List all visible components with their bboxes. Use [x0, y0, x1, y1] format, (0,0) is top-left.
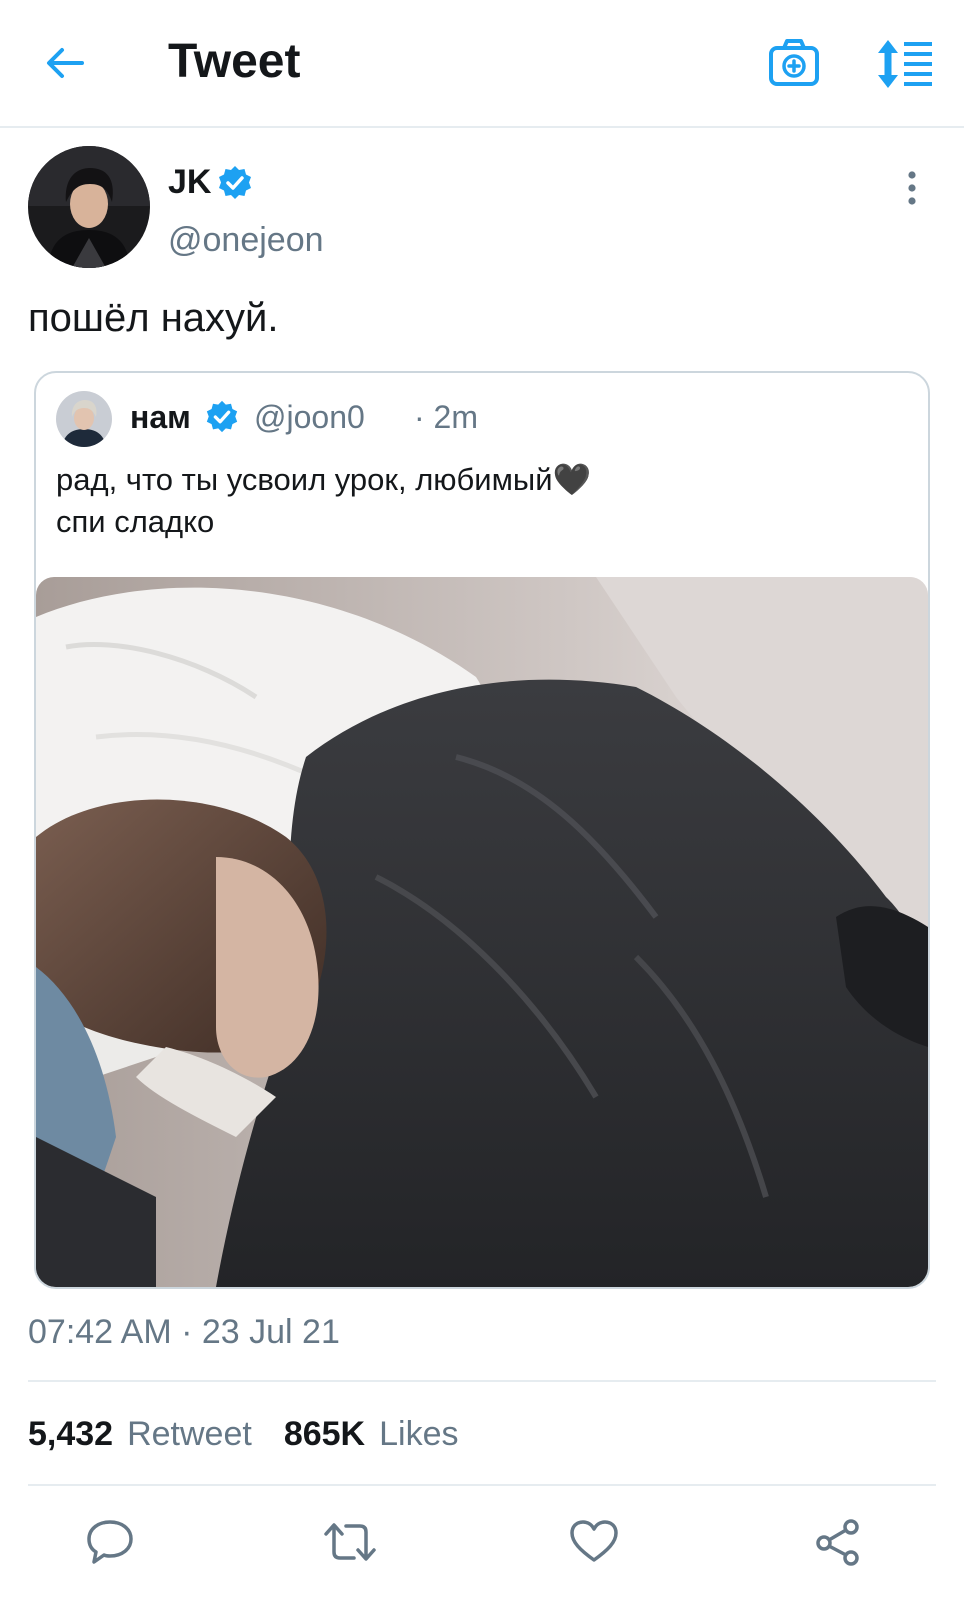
quoted-avatar [56, 391, 112, 447]
back-arrow-icon [47, 48, 84, 78]
divider [28, 1484, 936, 1486]
verified-badge-icon [204, 399, 240, 435]
quoted-tweet-card[interactable]: нам @joon0 · 2m рад, что ты усвоил урок,… [34, 371, 930, 1289]
retweets-stat[interactable]: 5,432 Retweet [28, 1412, 252, 1456]
camera-button[interactable] [766, 36, 822, 92]
verified-badge-icon [216, 164, 254, 202]
tweet-text: пошёл нахуй. [28, 296, 279, 340]
quoted-time: · 2m [414, 399, 478, 435]
share-button[interactable] [806, 1510, 870, 1574]
retweet-icon [324, 1523, 376, 1561]
author-name[interactable]: JK [168, 160, 211, 204]
sort-button[interactable] [876, 36, 936, 92]
tweet-stats: 5,432 Retweet 865K Likes [28, 1412, 490, 1456]
retweets-count: 5,432 [28, 1415, 114, 1453]
like-icon [570, 1520, 618, 1562]
quoted-text: рад, что ты усвоил урок, любимый [56, 462, 553, 497]
retweet-button[interactable] [318, 1510, 382, 1574]
divider [28, 1380, 936, 1382]
page-title: Tweet [168, 35, 301, 88]
sort-icon [878, 40, 932, 88]
quoted-text-line2: спи сладко [56, 504, 215, 539]
share-icon [816, 1519, 859, 1566]
retweets-label: Retweet [127, 1415, 252, 1453]
likes-count: 865K [283, 1415, 366, 1453]
tweet-timestamp: 07:42 AM · 23 Jul 21 [28, 1313, 340, 1351]
quoted-author-name: нам [130, 399, 191, 435]
quoted-photo[interactable] [36, 577, 928, 1287]
more-vertical-icon [908, 171, 916, 205]
author-handle[interactable]: @onejeon [168, 218, 324, 262]
like-button[interactable] [562, 1510, 626, 1574]
back-button[interactable] [40, 38, 90, 88]
quoted-author-handle: @joon0 [254, 399, 365, 435]
likes-label: Likes [379, 1415, 459, 1453]
camera-plus-icon [769, 39, 819, 86]
quoted-text-line1: рад, что ты усвоил урок, любимый 🖤 [56, 459, 591, 501]
black-heart-emoji: 🖤 [552, 462, 592, 498]
reply-button[interactable] [78, 1510, 142, 1574]
likes-stat[interactable]: 865K Likes [284, 1412, 459, 1456]
more-options-button[interactable] [900, 168, 924, 208]
author-avatar[interactable] [28, 146, 150, 268]
reply-icon [87, 1520, 133, 1564]
